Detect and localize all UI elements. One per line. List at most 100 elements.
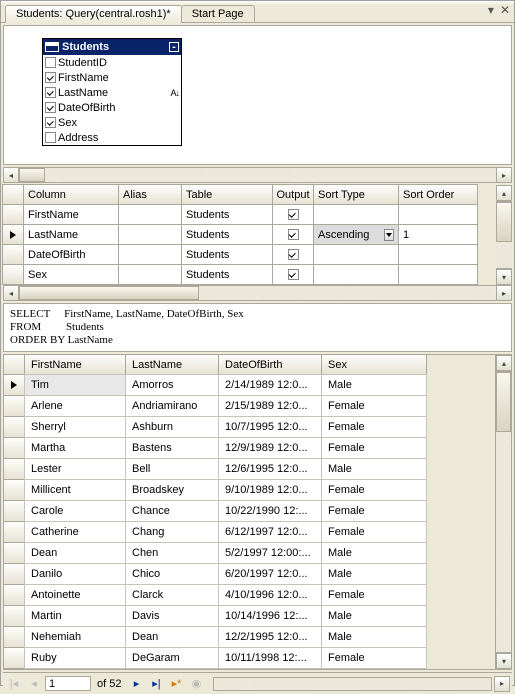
output-checkbox[interactable] bbox=[288, 269, 299, 280]
results-cell-dob[interactable]: 9/10/1989 12:0... bbox=[218, 479, 322, 501]
results-cell-lastname[interactable]: Davis bbox=[125, 605, 219, 627]
criteria-cell-alias[interactable] bbox=[118, 224, 182, 245]
criteria-header-sortorder[interactable]: Sort Order bbox=[398, 184, 478, 205]
results-cell-sex[interactable]: Female bbox=[321, 647, 427, 669]
results-rowheader[interactable] bbox=[4, 605, 25, 627]
results-cell-dob[interactable]: 2/14/1989 12:0... bbox=[218, 374, 322, 396]
results-select-all[interactable] bbox=[4, 355, 25, 375]
scroll-up-icon[interactable]: ▴ bbox=[496, 185, 512, 201]
scroll-left-icon[interactable]: ◂ bbox=[3, 285, 19, 301]
criteria-cell-output[interactable] bbox=[272, 264, 314, 285]
results-cell-dob[interactable]: 2/15/1989 12:0... bbox=[218, 395, 322, 417]
criteria-cell-table[interactable]: Students bbox=[181, 264, 273, 285]
results-cell-sex[interactable]: Male bbox=[321, 374, 427, 396]
hscroll-thumb[interactable] bbox=[19, 286, 199, 300]
criteria-cell-sortorder[interactable]: 1 bbox=[398, 224, 478, 245]
results-cell-dob[interactable]: 12/2/1995 12:0... bbox=[218, 626, 322, 648]
results-header-dob[interactable]: DateOfBirth bbox=[218, 355, 322, 375]
results-rowheader[interactable] bbox=[4, 626, 25, 648]
results-cell-lastname[interactable]: Clarck bbox=[125, 584, 219, 606]
results-cell-lastname[interactable]: Chang bbox=[125, 521, 219, 543]
results-header-sex[interactable]: Sex bbox=[321, 355, 427, 375]
criteria-cell-alias[interactable] bbox=[118, 244, 182, 265]
results-cell-lastname[interactable]: Chance bbox=[125, 500, 219, 522]
criteria-cell-column[interactable]: DateOfBirth bbox=[23, 244, 119, 265]
criteria-cell-sorttype[interactable] bbox=[313, 204, 399, 225]
results-row[interactable]: MartinDavis10/14/1996 12:...Male bbox=[4, 606, 495, 627]
table-column-list[interactable]: StudentIDFirstNameLastNameA↓DateOfBirthS… bbox=[43, 55, 181, 145]
results-cell-dob[interactable]: 10/22/1990 12:... bbox=[218, 500, 322, 522]
results-cell-lastname[interactable]: Andriamirano bbox=[125, 395, 219, 417]
hscroll-thumb[interactable] bbox=[19, 168, 45, 182]
results-cell-firstname[interactable]: Lester bbox=[24, 458, 126, 480]
criteria-cell-output[interactable] bbox=[272, 224, 314, 245]
results-vscrollbar[interactable]: ▴ ▾ bbox=[495, 355, 511, 669]
results-rowheader[interactable] bbox=[4, 416, 25, 438]
diagram-pane[interactable]: Students - StudentIDFirstNameLastNameA↓D… bbox=[3, 25, 512, 165]
results-cell-lastname[interactable]: Chico bbox=[125, 563, 219, 585]
criteria-cell-table[interactable]: Students bbox=[181, 244, 273, 265]
column-checkbox[interactable] bbox=[45, 72, 56, 83]
results-cell-dob[interactable]: 12/6/1995 12:0... bbox=[218, 458, 322, 480]
results-rowheader[interactable] bbox=[4, 542, 25, 564]
criteria-cell-sorttype[interactable] bbox=[313, 264, 399, 285]
results-cell-sex[interactable]: Male bbox=[321, 542, 427, 564]
results-row[interactable]: SherrylAshburn10/7/1995 12:0...Female bbox=[4, 417, 495, 438]
table-column-item[interactable]: DateOfBirth bbox=[43, 100, 181, 115]
criteria-cell-table[interactable]: Students bbox=[181, 204, 273, 225]
results-row[interactable]: RubyDeGaram10/11/1998 12:...Female bbox=[4, 648, 495, 669]
tab-start-page[interactable]: Start Page bbox=[181, 5, 255, 22]
column-checkbox[interactable] bbox=[45, 102, 56, 113]
results-cell-dob[interactable]: 4/10/1996 12:0... bbox=[218, 584, 322, 606]
criteria-grid[interactable]: Column Alias Table Output Sort Type Sort… bbox=[3, 185, 496, 285]
results-row[interactable]: NehemiahDean12/2/1995 12:0...Male bbox=[4, 627, 495, 648]
results-rowheader[interactable] bbox=[4, 647, 25, 669]
table-column-item[interactable]: StudentID bbox=[43, 55, 181, 70]
results-cell-firstname[interactable]: Martha bbox=[24, 437, 126, 459]
criteria-cell-sorttype[interactable] bbox=[313, 244, 399, 265]
results-cell-lastname[interactable]: Chen bbox=[125, 542, 219, 564]
scroll-up-icon[interactable]: ▴ bbox=[496, 355, 512, 371]
criteria-rowheader[interactable] bbox=[2, 244, 24, 265]
nav-last-button[interactable]: ▸| bbox=[147, 676, 165, 692]
criteria-rowheader[interactable] bbox=[2, 264, 24, 285]
criteria-select-all[interactable] bbox=[2, 184, 24, 205]
table-column-item[interactable]: Address bbox=[43, 130, 181, 145]
results-cell-firstname[interactable]: Antoinette bbox=[24, 584, 126, 606]
results-cell-firstname[interactable]: Tim bbox=[24, 374, 126, 396]
results-rowheader[interactable] bbox=[4, 374, 25, 396]
results-cell-lastname[interactable]: DeGaram bbox=[125, 647, 219, 669]
results-cell-firstname[interactable]: Catherine bbox=[24, 521, 126, 543]
results-cell-sex[interactable]: Female bbox=[321, 500, 427, 522]
criteria-rowheader[interactable] bbox=[2, 224, 24, 245]
results-cell-sex[interactable]: Female bbox=[321, 416, 427, 438]
table-column-item[interactable]: Sex bbox=[43, 115, 181, 130]
criteria-cell-column[interactable]: LastName bbox=[23, 224, 119, 245]
criteria-header-output[interactable]: Output bbox=[272, 184, 314, 205]
output-checkbox[interactable] bbox=[288, 249, 299, 260]
criteria-cell-alias[interactable] bbox=[118, 264, 182, 285]
results-cell-firstname[interactable]: Sherryl bbox=[24, 416, 126, 438]
results-cell-sex[interactable]: Female bbox=[321, 395, 427, 417]
results-cell-lastname[interactable]: Ashburn bbox=[125, 416, 219, 438]
nav-first-button[interactable]: |◂ bbox=[5, 676, 23, 692]
results-cell-dob[interactable]: 12/9/1989 12:0... bbox=[218, 437, 322, 459]
scroll-right-icon[interactable]: ▸ bbox=[494, 676, 510, 692]
results-row[interactable]: LesterBell12/6/1995 12:0...Male bbox=[4, 459, 495, 480]
results-cell-firstname[interactable]: Arlene bbox=[24, 395, 126, 417]
dropdown-icon[interactable] bbox=[384, 229, 394, 241]
results-rowheader[interactable] bbox=[4, 479, 25, 501]
output-checkbox[interactable] bbox=[288, 229, 299, 240]
results-cell-sex[interactable]: Female bbox=[321, 521, 427, 543]
results-rowheader[interactable] bbox=[4, 458, 25, 480]
results-row[interactable]: DeanChen5/2/1997 12:00:...Male bbox=[4, 543, 495, 564]
sql-pane[interactable]: SELECT FirstName, LastName, DateOfBirth,… bbox=[3, 303, 512, 352]
criteria-cell-table[interactable]: Students bbox=[181, 224, 273, 245]
criteria-header-alias[interactable]: Alias bbox=[118, 184, 182, 205]
criteria-cell-sortorder[interactable] bbox=[398, 244, 478, 265]
tab-query[interactable]: Students: Query(central.rosh1)* bbox=[5, 5, 182, 23]
results-cell-dob[interactable]: 5/2/1997 12:00:... bbox=[218, 542, 322, 564]
results-cell-firstname[interactable]: Dean bbox=[24, 542, 126, 564]
tab-menu-dropdown-icon[interactable]: ▾ bbox=[488, 3, 494, 17]
table-column-item[interactable]: FirstName bbox=[43, 70, 181, 85]
